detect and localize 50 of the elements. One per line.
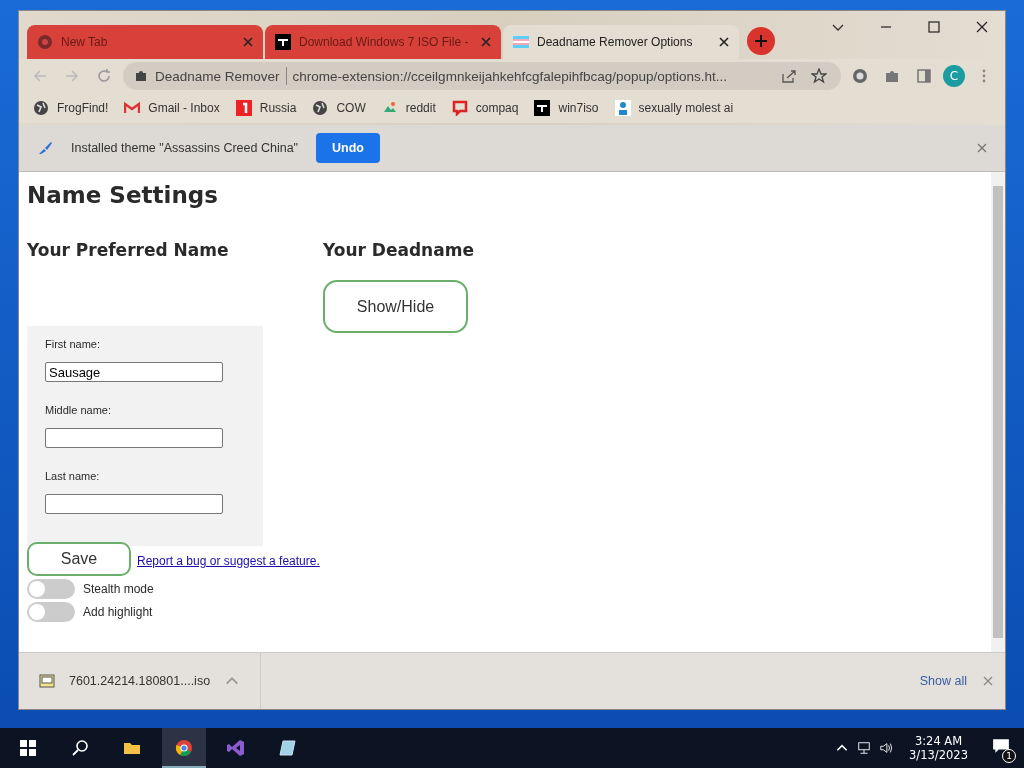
- plus-icon: [755, 35, 767, 47]
- field-label: First name:: [45, 338, 101, 350]
- bookmark[interactable]: reddit: [381, 100, 436, 116]
- chrome-icon[interactable]: [162, 728, 206, 768]
- bookmark[interactable]: compaq: [451, 100, 519, 116]
- field-label: Last name:: [45, 470, 101, 482]
- toggle-switch[interactable]: [27, 602, 75, 622]
- show-hide-button[interactable]: Show/Hide: [323, 280, 468, 333]
- bookmark[interactable]: sexually molest ai: [614, 100, 734, 116]
- section-heading: Your Preferred Name: [27, 240, 230, 260]
- browser-tab[interactable]: Deadname Remover Options: [503, 25, 739, 59]
- clock[interactable]: 3:24 AM 3/13/2023: [901, 734, 976, 762]
- figure-icon: [614, 100, 631, 116]
- address-bar[interactable]: Deadname Remover chrome-extension://cceilgmnkeijahkehfcgfalepihfbcag/popup/options.ht...: [123, 62, 841, 90]
- download-item[interactable]: 7601.24214.180801....iso: [39, 653, 262, 709]
- volume-icon[interactable]: [879, 741, 894, 755]
- paintbrush-icon: [37, 140, 53, 156]
- bookmark[interactable]: win7iso: [534, 100, 599, 116]
- toggle-label: Stealth mode: [83, 582, 154, 596]
- section-heading: Your Deadname: [323, 240, 474, 260]
- toggle-label: Add highlight: [83, 605, 153, 619]
- undo-button[interactable]: Undo: [316, 133, 380, 163]
- field-label: Middle name:: [45, 404, 113, 416]
- input-field[interactable]: [45, 428, 223, 448]
- network-icon[interactable]: [857, 741, 872, 755]
- input-field[interactable]: [45, 494, 223, 514]
- input-field[interactable]: Sausage: [45, 362, 223, 382]
- bookmark[interactable]: Gmail - Inbox: [124, 100, 220, 116]
- site-icon: [235, 100, 252, 116]
- scrollbar[interactable]: [991, 172, 1005, 652]
- flag-icon: [513, 34, 529, 50]
- disc-file-icon: [39, 673, 55, 689]
- show-all-link[interactable]: Show all: [919, 674, 967, 688]
- globe-icon: [312, 100, 329, 116]
- close-icon[interactable]: [719, 37, 729, 47]
- bookmark[interactable]: COW: [312, 100, 366, 116]
- chat-icon: [451, 100, 468, 116]
- globe-icon: [33, 100, 49, 116]
- page-title: Name Settings: [27, 182, 219, 208]
- infobar-message: Installed theme "Assassins Creed China": [71, 141, 299, 155]
- site-icon: [275, 34, 291, 50]
- site-icon: [534, 100, 551, 116]
- bookmark[interactable]: FrogFind!: [33, 100, 109, 116]
- chrome-icon: [37, 34, 53, 50]
- save-button[interactable]: Save: [27, 542, 131, 576]
- mail-icon: [124, 100, 141, 116]
- report-link[interactable]: Report a bug or suggest a feature.: [137, 554, 320, 568]
- new-tab-button[interactable]: [747, 27, 775, 55]
- bookmark[interactable]: Russia: [235, 100, 297, 116]
- toggle-switch[interactable]: [27, 579, 75, 599]
